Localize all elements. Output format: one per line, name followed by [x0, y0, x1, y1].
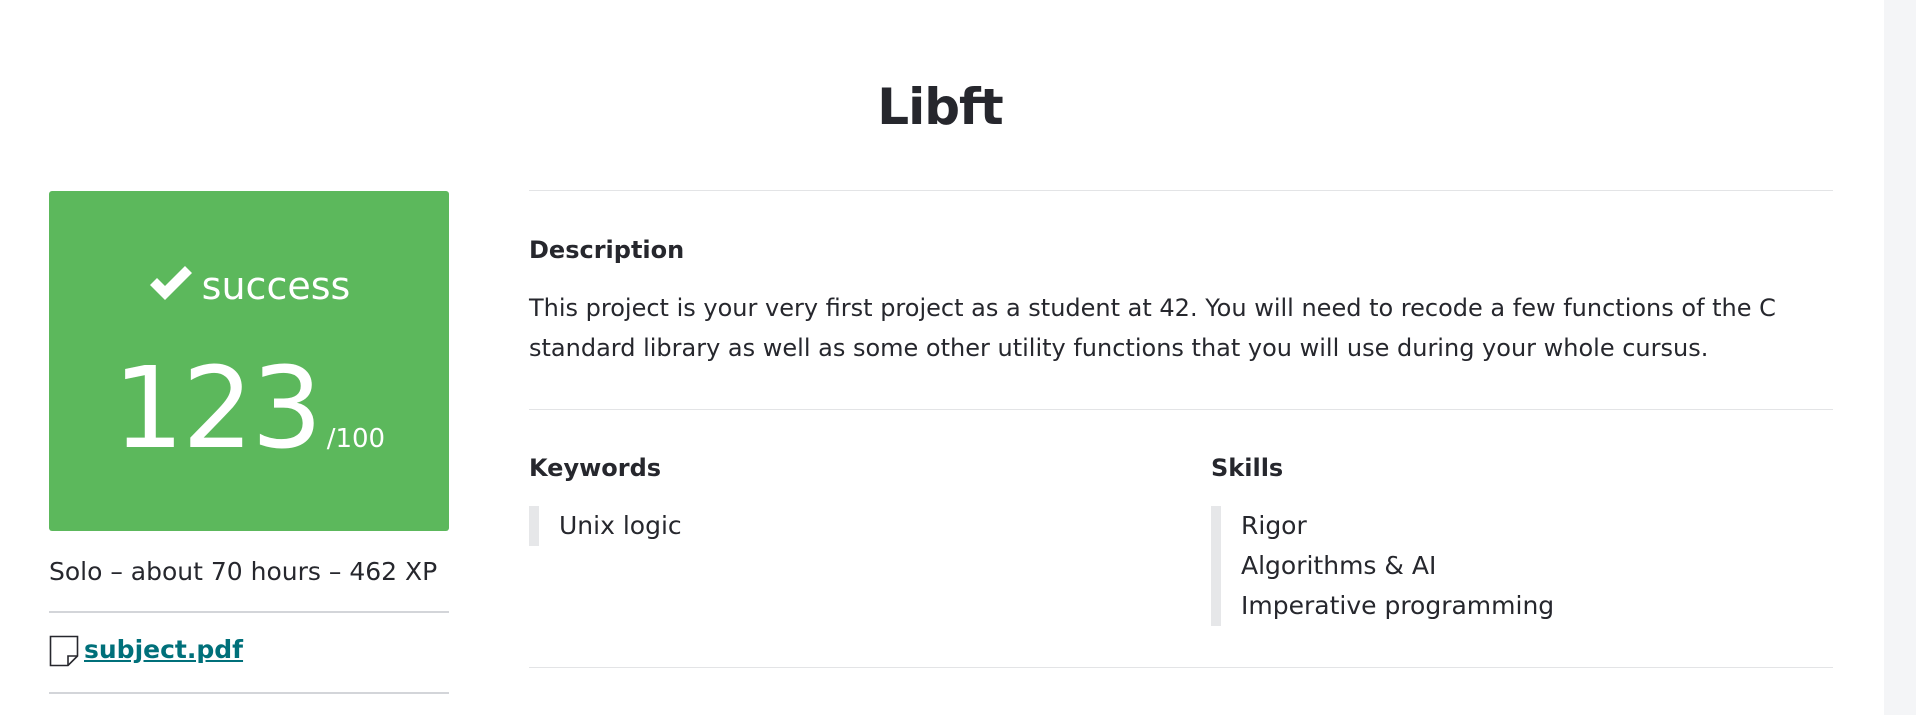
keyword-item: Unix logic: [559, 511, 682, 540]
check-icon: [149, 266, 192, 300]
skill-item: Rigor: [1241, 511, 1307, 540]
document-icon: [49, 635, 79, 667]
status-label: success: [201, 264, 351, 308]
description-text: This project is your very first project …: [529, 294, 1776, 362]
divider: [529, 667, 1833, 668]
skill-item: Algorithms & AI: [1241, 551, 1437, 580]
divider: [49, 692, 449, 694]
score-value: 123: [112, 344, 323, 474]
keywords-heading: Keywords: [529, 454, 662, 482]
page-title: Libft: [877, 78, 1003, 136]
divider: [529, 409, 1833, 410]
score-max: /100: [326, 424, 386, 454]
status-line: success: [49, 263, 449, 309]
attachment-row: subject.pdf: [49, 633, 449, 673]
skills-heading: Skills: [1211, 454, 1284, 482]
status-card: success 123/100: [49, 191, 449, 531]
skills-list: Rigor Algorithms & AI Imperative program…: [1211, 506, 1554, 626]
divider: [49, 611, 449, 613]
keywords-list: Unix logic: [529, 506, 682, 546]
score-display: 123/100: [49, 353, 449, 465]
description-heading: Description: [529, 236, 685, 264]
subject-pdf-link[interactable]: subject.pdf: [84, 634, 243, 666]
divider: [529, 190, 1833, 191]
skill-item: Imperative programming: [1241, 591, 1555, 620]
project-meta: Solo – about 70 hours – 462 XP: [49, 557, 438, 586]
scrollbar-track[interactable]: [1884, 0, 1916, 715]
